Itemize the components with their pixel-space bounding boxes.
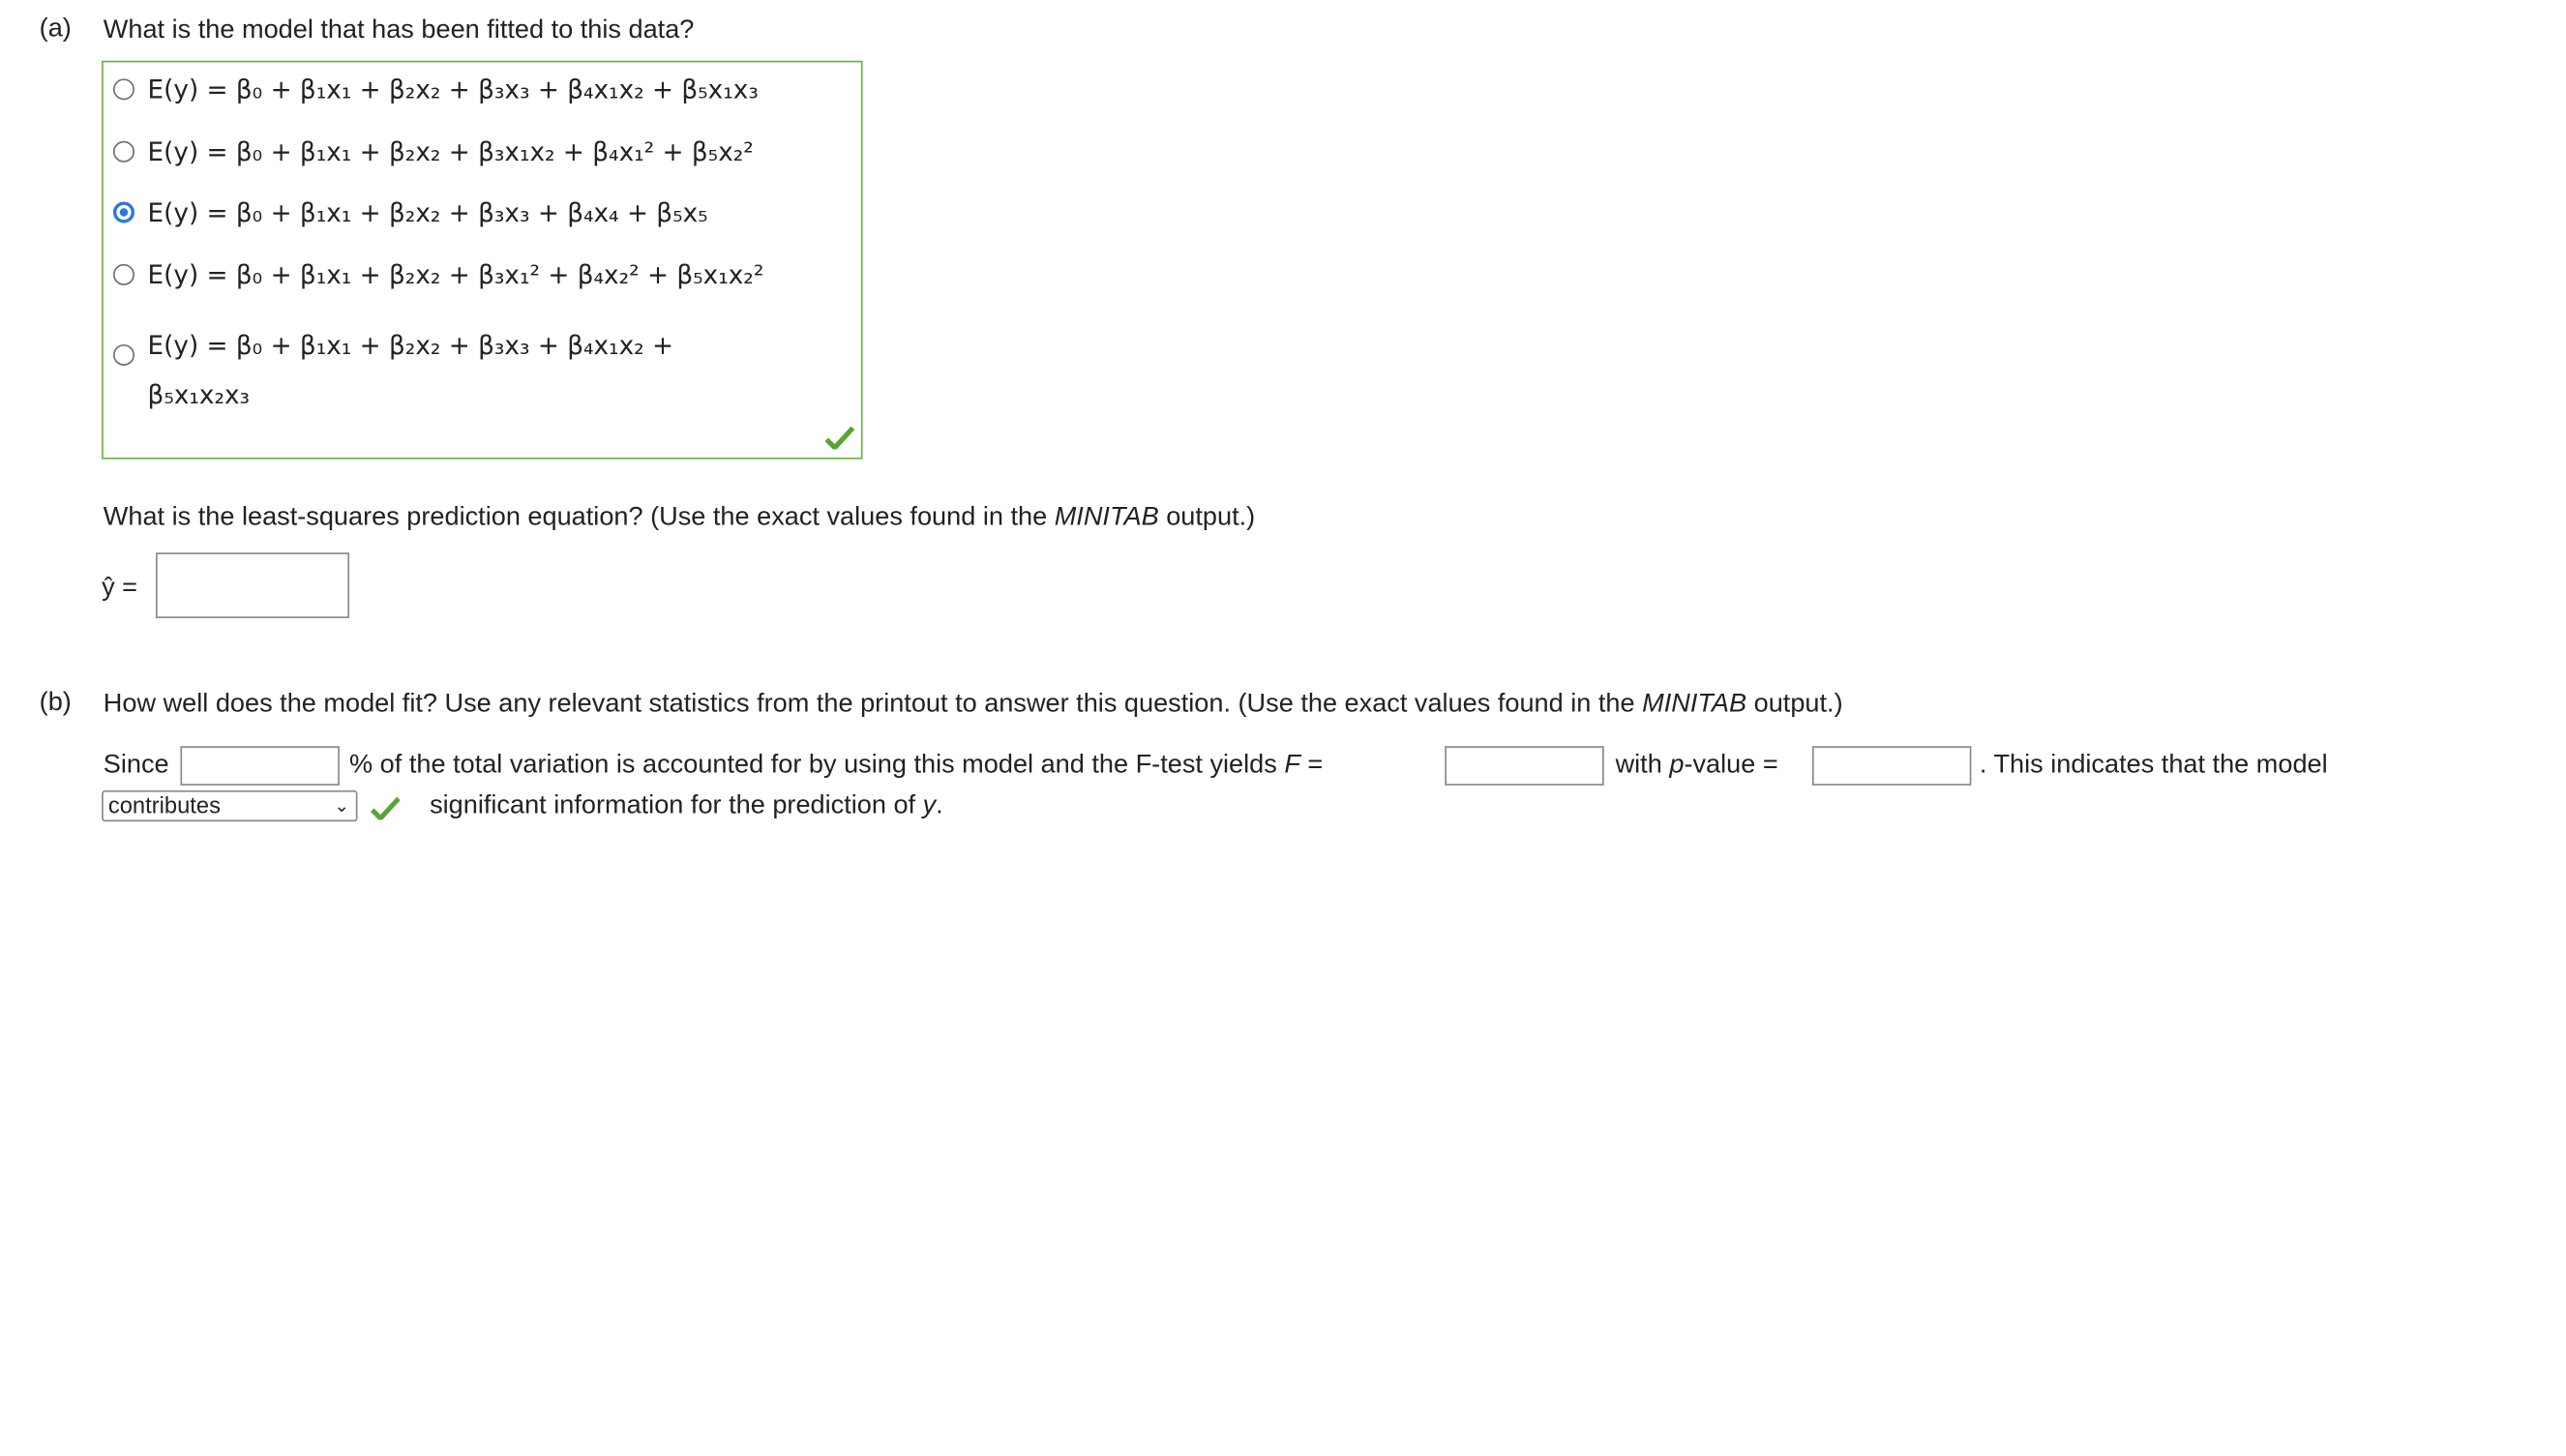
contributes-select[interactable]: contributes ⌄	[102, 789, 358, 822]
option-2-formula: E(y) = β₀ + β₁x₁ + β₂x₂ + β₃x₁x₂ + β₄x₁²…	[147, 137, 754, 167]
model-option-5[interactable]: E(y) = β₀ + β₁x₁ + β₂x₂ + β₃x₃ + β₄x₁x₂ …	[112, 321, 674, 420]
indicates-text: . This indicates that the model	[1979, 751, 2328, 780]
option-3-formula: E(y) = β₀ + β₁x₁ + β₂x₂ + β₃x₃ + β₄x₄ + …	[147, 198, 708, 228]
contributes-select-value: contributes	[107, 791, 221, 818]
part-b-label: (b)	[39, 688, 72, 717]
question-page: (a) What is the model that has been fitt…	[0, 0, 2566, 1456]
f-statistic-input[interactable]	[1445, 746, 1604, 786]
period: .	[936, 791, 943, 820]
prediction-question-text: What is the least-squares prediction equ…	[103, 503, 1055, 532]
significance-text-body: significant information for the predicti…	[430, 791, 923, 820]
model-option-4[interactable]: E(y) = β₀ + β₁x₁ + β₂x₂ + β₃x₁² + β₄x₂² …	[112, 257, 763, 300]
model-option-1[interactable]: E(y) = β₀ + β₁x₁ + β₂x₂ + β₃x₃ + β₄x₁x₂ …	[112, 73, 759, 115]
radio-option-4[interactable]	[112, 263, 134, 285]
significance-text: significant information for the predicti…	[430, 790, 943, 823]
checkmark-icon	[371, 796, 401, 820]
p-value-input[interactable]	[1811, 746, 1972, 786]
software-name: MINITAB	[1054, 503, 1159, 532]
radio-option-5[interactable]	[112, 343, 134, 366]
part-a-label: (a)	[39, 15, 72, 44]
p-value-label: with p-value =	[1616, 750, 1778, 783]
f-label: F	[1284, 751, 1300, 780]
f-equals: =	[1299, 751, 1324, 780]
r-squared-input[interactable]	[180, 746, 340, 786]
variation-text-body: % of the total variation is accounted fo…	[349, 751, 1285, 780]
pvalue-text: -value =	[1684, 751, 1778, 780]
model-option-2[interactable]: E(y) = β₀ + β₁x₁ + β₂x₂ + β₃x₁x₂ + β₄x₁²…	[112, 134, 754, 177]
variation-text: % of the total variation is accounted fo…	[349, 750, 1323, 783]
part-b-question-text: How well does the model fit? Use any rel…	[103, 690, 1643, 719]
radio-option-1[interactable]	[112, 78, 134, 101]
prediction-equation-input[interactable]	[156, 552, 350, 619]
model-options-group: E(y) = β₀ + β₁x₁ + β₂x₂ + β₃x₃ + β₄x₁x₂ …	[102, 60, 863, 460]
since-text: Since	[103, 751, 169, 780]
option-5-formula-line1: E(y) = β₀ + β₁x₁ + β₂x₂ + β₃x₃ + β₄x₁x₂ …	[147, 331, 674, 361]
chevron-down-icon: ⌄	[334, 796, 350, 817]
option-4-formula: E(y) = β₀ + β₁x₁ + β₂x₂ + β₃x₁² + β₄x₂² …	[147, 260, 764, 291]
radio-option-2[interactable]	[112, 140, 134, 163]
option-5-formula: E(y) = β₀ + β₁x₁ + β₂x₂ + β₃x₃ + β₄x₁x₂ …	[148, 321, 674, 420]
part-b-software-name: MINITAB	[1642, 690, 1747, 719]
y-variable: y	[922, 791, 937, 820]
part-b-question-end: output.)	[1746, 690, 1843, 719]
prediction-question-end: output.)	[1158, 503, 1256, 532]
checkmark-icon	[824, 426, 855, 450]
p-label: p	[1669, 751, 1685, 780]
part-a-question: What is the model that has been fitted t…	[103, 15, 695, 45]
with-text: with	[1615, 751, 1670, 780]
option-5-formula-line2: β₅x₁x₂x₃	[147, 380, 251, 410]
prediction-question: What is the least-squares prediction equ…	[104, 502, 1255, 535]
part-b-question: How well does the model fit? Use any rel…	[104, 689, 1843, 722]
yhat-label: ŷ =	[102, 574, 138, 603]
option-1-formula: E(y) = β₀ + β₁x₁ + β₂x₂ + β₃x₃ + β₄x₁x₂ …	[147, 74, 759, 105]
radio-option-3-selected[interactable]	[112, 201, 134, 223]
model-option-3[interactable]: E(y) = β₀ + β₁x₁ + β₂x₂ + β₃x₃ + β₄x₄ + …	[112, 195, 708, 238]
